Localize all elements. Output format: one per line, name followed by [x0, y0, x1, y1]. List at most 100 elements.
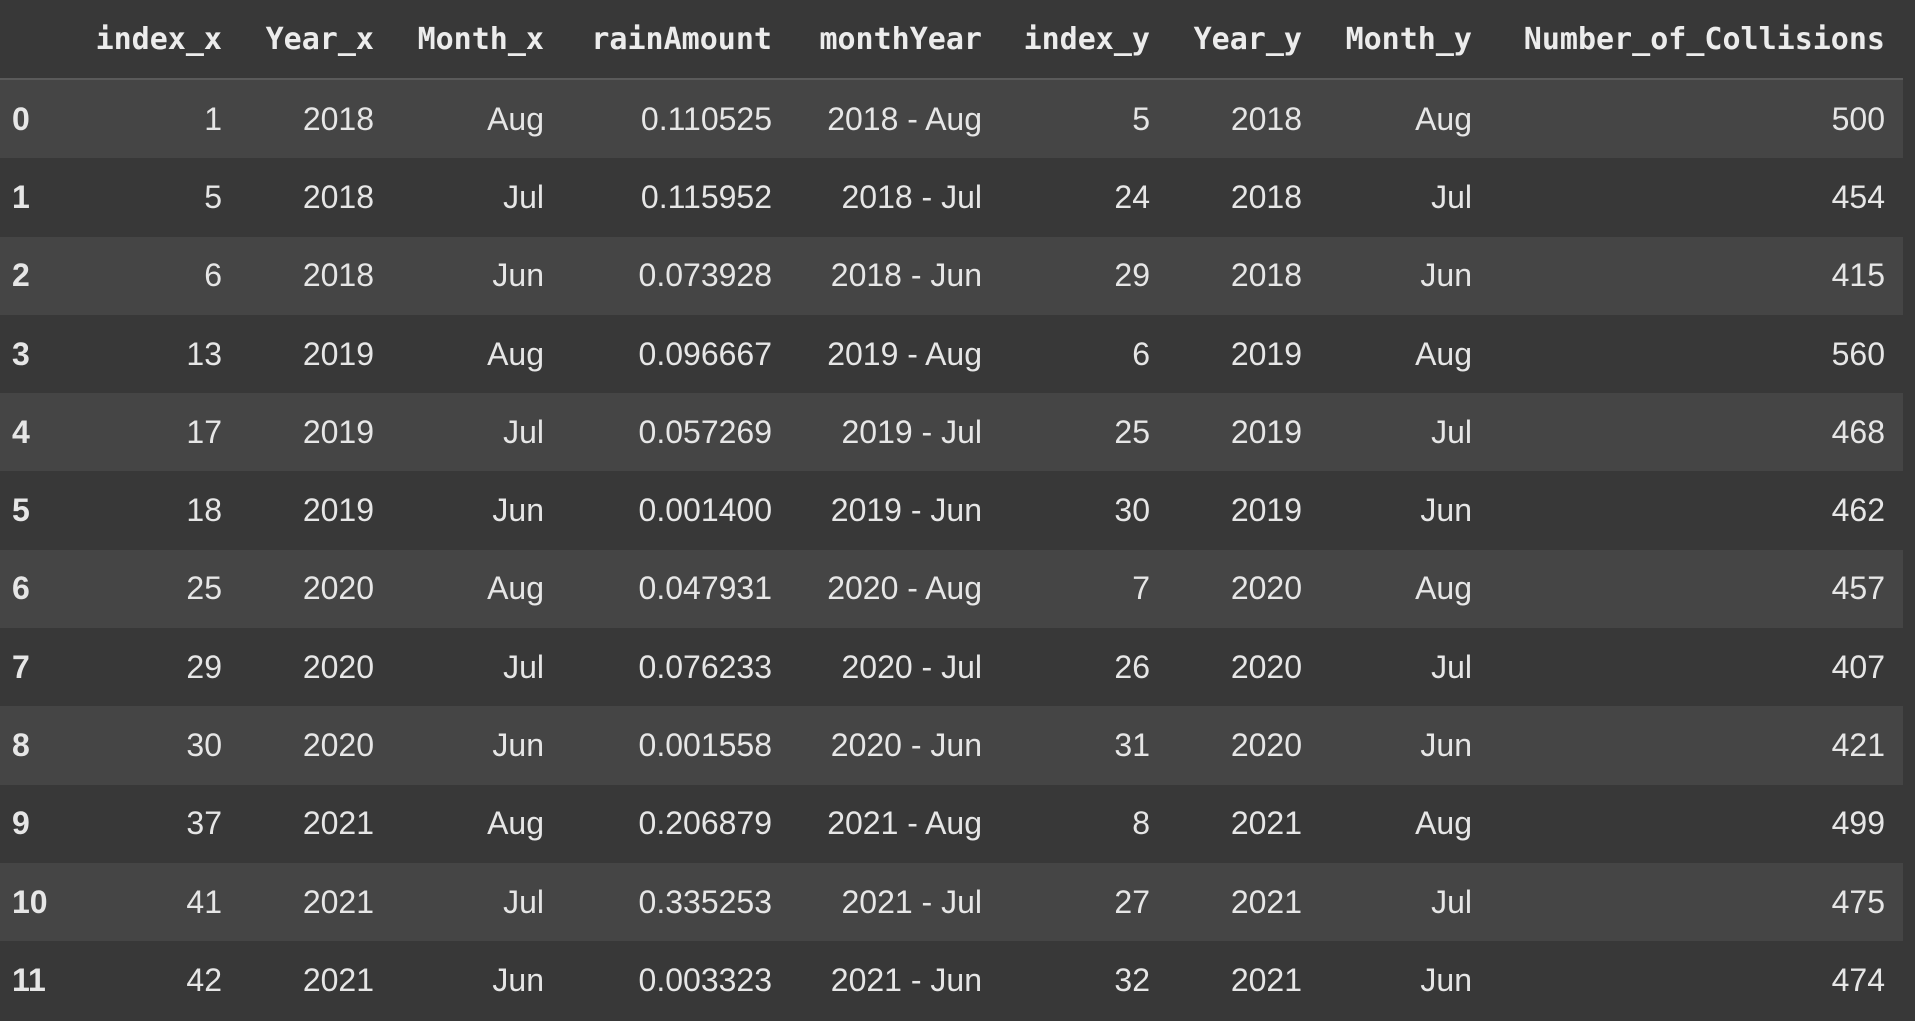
table-row: 11 42 2021 Jun 0.003323 2021 - Jun 32 2021 Jun 47…	[0, 941, 1903, 1020]
row-index: 11	[12, 961, 46, 998]
table-cell: 29	[186, 648, 222, 685]
table-cell: 6	[1132, 335, 1150, 372]
table-cell: Jul	[503, 648, 544, 685]
table-cell: 2018	[302, 178, 374, 215]
table-cell: 37	[186, 805, 222, 842]
header-row: index_x Year_x Month_x rainAmount monthYear i…	[0, 0, 1903, 80]
table-cell: 25	[1114, 413, 1150, 450]
table-cell: 2019 - Jun	[830, 492, 982, 529]
table-cell: 0.001400	[638, 492, 772, 529]
table-cell: 25	[186, 570, 222, 607]
table-cell: Jul	[1431, 883, 1472, 920]
table-row: 3 13 2019 Aug 0.096667 2019 - Aug 6 2019 Aug 560	[0, 314, 1903, 394]
column-header: monthYear	[790, 0, 1000, 80]
table-cell: Aug	[1415, 805, 1472, 842]
row-index: 0	[12, 100, 30, 137]
table-cell: Jul	[1431, 413, 1472, 450]
table-cell: 2020	[1230, 727, 1302, 764]
table-cell: Jun	[492, 961, 544, 998]
table-cell: 2021 - Aug	[827, 805, 982, 842]
table-cell: 0.115952	[640, 178, 772, 215]
table-cell: 407	[1831, 648, 1885, 685]
table-cell: Jun	[1420, 727, 1472, 764]
table-cell: 2018	[1230, 257, 1302, 294]
table-cell: 6	[204, 257, 222, 294]
table-cell: 0.335253	[638, 883, 772, 920]
row-index: 6	[12, 570, 30, 607]
table-cell: 2021	[302, 883, 374, 920]
column-header: index_y	[1000, 0, 1168, 80]
table-row: 6 25 2020 Aug 0.047931 2020 - Aug 7 2020 Aug 457	[0, 549, 1903, 629]
row-index: 1	[12, 178, 30, 215]
column-header: Year_y	[1168, 0, 1320, 80]
table-cell: 2021	[302, 961, 374, 998]
table-cell: Jun	[492, 492, 544, 529]
table-cell: 415	[1831, 257, 1885, 294]
table-cell: 17	[186, 413, 222, 450]
table-cell: 500	[1831, 100, 1885, 137]
table-row: 1 5 2018 Jul 0.115952 2018 - Jul 24 2018 Jul 454	[0, 158, 1903, 237]
table-cell: 2018 - Aug	[827, 100, 982, 137]
table-cell: 2018	[302, 257, 374, 294]
table-row: 8 30 2020 Jun 0.001558 2020 - Jun 31 2020 Jun 421	[0, 706, 1903, 785]
table-cell: 30	[1114, 492, 1150, 529]
table-cell: 2019	[1230, 335, 1302, 372]
dataframe-table: index_x Year_x Month_x rainAmount monthYear i…	[0, 0, 1903, 1020]
table-cell: 421	[1831, 727, 1885, 764]
table-cell: 2021	[1230, 961, 1302, 998]
table-row: 9 37 2021 Aug 0.206879 2021 - Aug 8 2021 Aug 499	[0, 784, 1903, 863]
table-cell: 468	[1831, 413, 1885, 450]
table-cell: 560	[1831, 335, 1885, 372]
table-row: 2 6 2018 Jun 0.073928 2018 - Jun 29 2018 Jun 415	[0, 236, 1903, 315]
column-header: Year_x	[240, 0, 392, 80]
table-cell: 0.047931	[638, 570, 772, 607]
table-body: 0 1 2018 Aug 0.110525 2018 - Aug 5 2018 Aug 500 1 5…	[0, 79, 1903, 1020]
row-index: 5	[12, 492, 30, 529]
column-header: Number_of_Collisions	[1490, 0, 1903, 80]
column-header: Month_x	[392, 0, 562, 80]
table-cell: Jul	[503, 413, 544, 450]
table-cell: 2020	[302, 727, 374, 764]
table-cell: Aug	[1415, 570, 1472, 607]
table-cell: 2020	[302, 570, 374, 607]
table-cell: Jun	[492, 257, 544, 294]
table-cell: Jul	[1431, 648, 1472, 685]
table-cell: Jun	[1420, 961, 1472, 998]
table-cell: 2021	[1230, 883, 1302, 920]
table-cell: 31	[1114, 727, 1150, 764]
table-cell: 2019	[1230, 413, 1302, 450]
table-cell: 1	[204, 100, 222, 137]
row-index: 10	[12, 883, 48, 920]
table-cell: Jun	[1420, 492, 1472, 529]
table-cell: 2020 - Jun	[830, 727, 982, 764]
table-cell: 2020	[302, 648, 374, 685]
table-cell: 5	[1132, 100, 1150, 137]
table-cell: Aug	[487, 570, 544, 607]
table-cell: Jun	[492, 727, 544, 764]
table-header: index_x Year_x Month_x rainAmount monthYear i…	[0, 0, 1903, 80]
table-cell: 0.001558	[638, 727, 772, 764]
row-index: 8	[12, 727, 30, 764]
table-cell: 2020 - Jul	[841, 648, 982, 685]
table-cell: Jul	[503, 178, 544, 215]
table-cell: Aug	[1415, 335, 1472, 372]
table-cell: 2018	[1230, 100, 1302, 137]
row-index: 9	[12, 805, 30, 842]
table-cell: 42	[186, 961, 222, 998]
table-cell: 0.073928	[638, 257, 772, 294]
table-cell: 0.003323	[638, 961, 772, 998]
table-cell: 2019	[302, 335, 374, 372]
table-cell: 7	[1132, 570, 1150, 607]
table-cell: 2021	[1230, 805, 1302, 842]
table-cell: 2019	[1230, 492, 1302, 529]
table-cell: Aug	[487, 805, 544, 842]
table-cell: 454	[1831, 178, 1885, 215]
table-cell: Aug	[487, 100, 544, 137]
table-cell: 2020	[1230, 570, 1302, 607]
table-cell: 475	[1831, 883, 1885, 920]
table-cell: 2018	[1230, 178, 1302, 215]
table-cell: 26	[1114, 648, 1150, 685]
table-cell: 2019	[302, 492, 374, 529]
table-cell: 30	[186, 727, 222, 764]
table-cell: 462	[1831, 492, 1885, 529]
